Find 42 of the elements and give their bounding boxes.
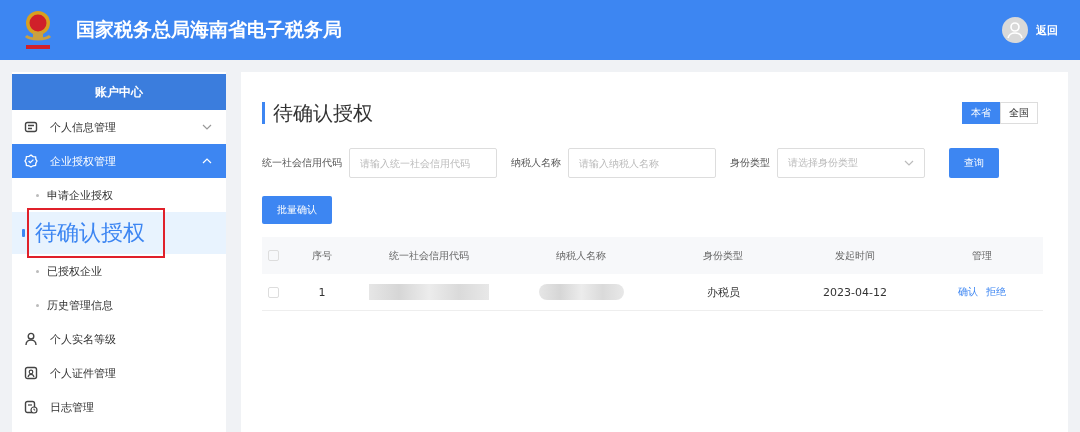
page-title: 待确认授权 bbox=[262, 102, 373, 124]
sidebar-item[interactable]: 企业授权管理 bbox=[12, 144, 226, 178]
back-link[interactable]: 返回 bbox=[1036, 22, 1058, 38]
chevron-down-icon bbox=[202, 124, 212, 130]
submenu-item[interactable]: 已授权企业 bbox=[12, 254, 226, 288]
input-field[interactable]: 请输入纳税人名称 bbox=[568, 148, 716, 178]
search-button[interactable]: 查询 bbox=[949, 148, 999, 178]
chevron-up-icon bbox=[202, 158, 212, 164]
column-header: 发起时间 bbox=[789, 237, 921, 274]
column-header: 管理 bbox=[921, 237, 1043, 274]
column-header: 序号 bbox=[291, 237, 353, 274]
table-cell: 办税员 bbox=[657, 274, 789, 311]
action-link[interactable]: 拒绝 bbox=[986, 286, 1006, 297]
field-label: 纳税人名称 bbox=[511, 156, 561, 170]
table-cell: 2023-04-12 bbox=[789, 274, 921, 311]
id-card-icon bbox=[24, 366, 38, 380]
avatar-icon bbox=[1002, 17, 1028, 43]
sidebar-item[interactable]: 日志管理 bbox=[12, 390, 226, 424]
chevron-down-icon bbox=[904, 160, 914, 166]
document-lines-icon bbox=[24, 120, 38, 134]
badge-check-icon bbox=[24, 154, 38, 168]
row-checkbox[interactable] bbox=[268, 287, 279, 298]
person-icon bbox=[24, 332, 38, 346]
sidebar-item[interactable]: 个人实名等级 bbox=[12, 322, 226, 356]
batch-confirm-button[interactable]: 批量确认 bbox=[262, 196, 332, 224]
sidebar-title: 账户中心 bbox=[12, 74, 226, 110]
sidebar-item[interactable]: 个人信息管理 bbox=[12, 110, 226, 144]
select-all-checkbox[interactable] bbox=[268, 250, 279, 262]
submenu-item[interactable]: 历史管理信息 bbox=[12, 288, 226, 322]
column-header: 身份类型 bbox=[657, 237, 789, 274]
scope-tab[interactable]: 全国 bbox=[1000, 102, 1038, 124]
column-header: 统一社会信用代码 bbox=[353, 237, 505, 274]
scope-tab[interactable]: 本省 bbox=[962, 102, 1000, 124]
field-label: 统一社会信用代码 bbox=[262, 156, 342, 170]
log-clock-icon bbox=[24, 400, 38, 414]
table-cell: 1 bbox=[291, 274, 353, 311]
column-header: 纳税人名称 bbox=[505, 237, 657, 274]
submenu-item[interactable]: 申请企业授权 bbox=[12, 178, 226, 212]
action-link[interactable]: 确认 bbox=[958, 286, 978, 297]
site-title: 国家税务总局海南省电子税务局 bbox=[76, 17, 342, 42]
sidebar-item[interactable]: 个人证件管理 bbox=[12, 356, 226, 390]
field-label: 身份类型 bbox=[730, 156, 770, 170]
